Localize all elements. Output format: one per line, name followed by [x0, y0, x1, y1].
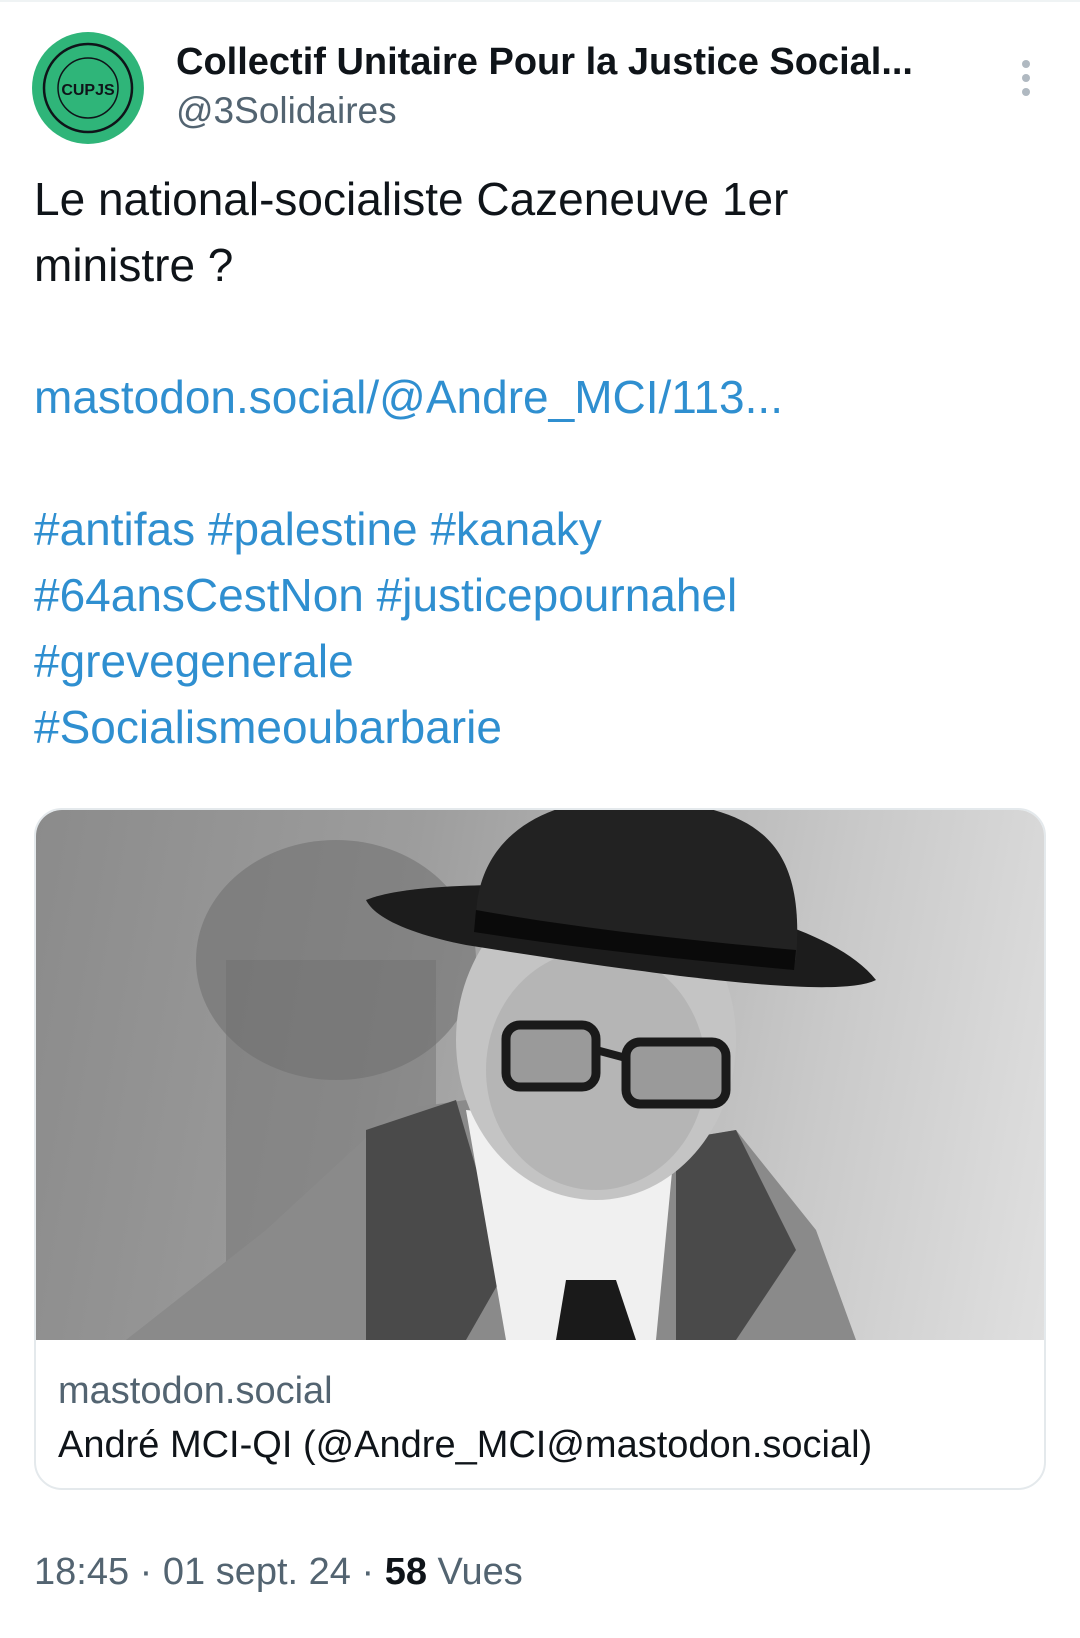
- tweet-time[interactable]: 18:45: [34, 1551, 129, 1593]
- meta-separator: ·: [361, 1551, 375, 1593]
- portrait-photo: [126, 810, 876, 1340]
- svg-text:CUPJS: CUPJS: [61, 82, 115, 99]
- hashtag-kanaky[interactable]: #kanaky: [430, 503, 601, 555]
- hashtag-grevegenerale[interactable]: #grevegenerale: [34, 635, 354, 687]
- views-count[interactable]: 58: [385, 1551, 427, 1593]
- card-title: André MCI-QI (@Andre_MCI@mastodon.social…: [58, 1424, 873, 1466]
- cupjs-logo-icon: CUPJS: [42, 42, 134, 134]
- hashtag-palestine[interactable]: #palestine: [208, 503, 418, 555]
- link-preview-card[interactable]: mastodon.social André MCI-QI (@Andre_MCI…: [34, 808, 1046, 1490]
- top-divider: [0, 0, 1080, 2]
- hashtag-line: #64ansCestNon #justicepournahel: [34, 562, 1044, 628]
- more-dot: [1022, 60, 1030, 68]
- hashtag-socialismeoubarbarie[interactable]: #Socialismeoubarbarie: [34, 701, 502, 753]
- tweet-text-line: ministre ?: [34, 239, 234, 291]
- meta-separator: ·: [139, 1551, 153, 1593]
- hashtag-justicepournahel[interactable]: #justicepournahel: [377, 569, 738, 621]
- card-domain: mastodon.social: [58, 1370, 333, 1412]
- tweet-text-line: Le national-socialiste Cazeneuve 1er: [34, 173, 789, 225]
- mastodon-link[interactable]: mastodon.social/@Andre_MCI/113...: [34, 371, 783, 423]
- tweet-date[interactable]: 01 sept. 24: [163, 1551, 351, 1593]
- more-dot: [1022, 74, 1030, 82]
- hashtag-64anscestnon[interactable]: #64ansCestNon: [34, 569, 364, 621]
- tweet-meta: 18:45 · 01 sept. 24 · 58 Vues: [34, 1548, 523, 1596]
- hashtag-line: #grevegenerale: [34, 628, 1044, 694]
- author-handle[interactable]: @3Solidaires: [176, 88, 397, 134]
- hashtag-line: #Socialismeoubarbarie: [34, 694, 1044, 760]
- tweet-text: Le national-socialiste Cazeneuve 1er min…: [34, 166, 1044, 760]
- author-display-name[interactable]: Collectif Unitaire Pour la Justice Socia…: [176, 38, 996, 86]
- views-label: Vues: [437, 1551, 523, 1593]
- more-dot: [1022, 88, 1030, 96]
- hashtag-antifas[interactable]: #antifas: [34, 503, 195, 555]
- more-options-icon[interactable]: [1008, 56, 1044, 100]
- card-image: [36, 810, 1044, 1340]
- avatar[interactable]: CUPJS: [32, 32, 144, 144]
- hashtag-line: #antifas #palestine #kanaky: [34, 496, 1044, 562]
